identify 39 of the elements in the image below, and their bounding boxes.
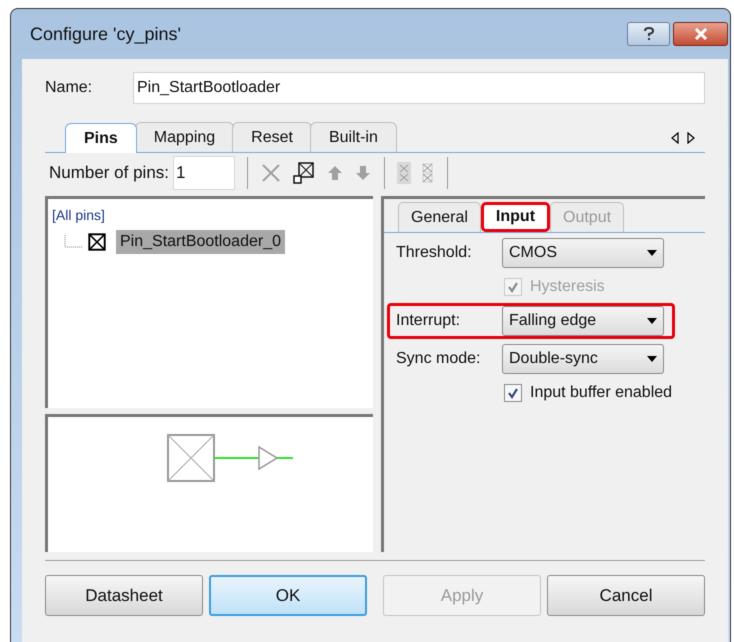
checkbox[interactable] xyxy=(504,384,522,402)
pins-count-field[interactable]: 1 xyxy=(173,156,235,190)
tab[interactable]: Mapping xyxy=(134,122,234,152)
dialog-button[interactable]: Datasheet xyxy=(45,575,203,616)
name-label: Name: xyxy=(45,78,94,98)
tab[interactable]: Pins xyxy=(65,123,137,153)
dialog-button[interactable]: Cancel xyxy=(547,575,706,616)
window-title: Configure 'cy_pins' xyxy=(30,22,182,46)
checkbox-label: Hysteresis xyxy=(530,277,605,297)
setting-label: Threshold: xyxy=(396,243,473,263)
tree-item[interactable]: Pin_StartBootloader_0 xyxy=(116,230,285,254)
dropdown[interactable]: Double-sync xyxy=(502,344,664,374)
caret-icon xyxy=(647,250,657,256)
settings-tab[interactable]: Input xyxy=(480,202,550,232)
settings-tab[interactable]: General xyxy=(398,202,481,232)
dropdown[interactable]: Falling edge xyxy=(502,306,664,336)
checkmark-icon xyxy=(507,281,519,293)
pins-count-label: Number of pins: xyxy=(49,162,169,184)
pin-icon xyxy=(88,233,106,251)
help-icon xyxy=(644,27,654,41)
tree-connector-icon xyxy=(64,235,82,249)
caret-icon xyxy=(647,356,657,362)
tab[interactable]: Reset xyxy=(232,122,312,152)
checkbox-label: Input buffer enabled xyxy=(530,383,672,403)
dialog-button[interactable]: OK xyxy=(209,575,368,616)
dropdown[interactable]: CMOS xyxy=(502,238,664,268)
tab[interactable]: Built-in xyxy=(310,122,397,152)
help-button[interactable] xyxy=(627,22,670,46)
name-field[interactable]: Pin_StartBootloader xyxy=(133,72,705,104)
checkmark-icon xyxy=(507,387,519,399)
close-icon xyxy=(694,28,708,40)
scroll-left-icon[interactable] xyxy=(671,132,679,144)
setting-label: Interrupt: xyxy=(396,311,462,331)
setting-label: Sync mode: xyxy=(396,349,482,369)
pin-swap-icon[interactable] xyxy=(292,161,316,185)
scroll-right-icon[interactable] xyxy=(687,132,695,144)
caret-icon xyxy=(647,318,657,324)
tree-root[interactable]: [All pins] xyxy=(52,205,373,226)
close-button[interactable] xyxy=(673,22,728,46)
